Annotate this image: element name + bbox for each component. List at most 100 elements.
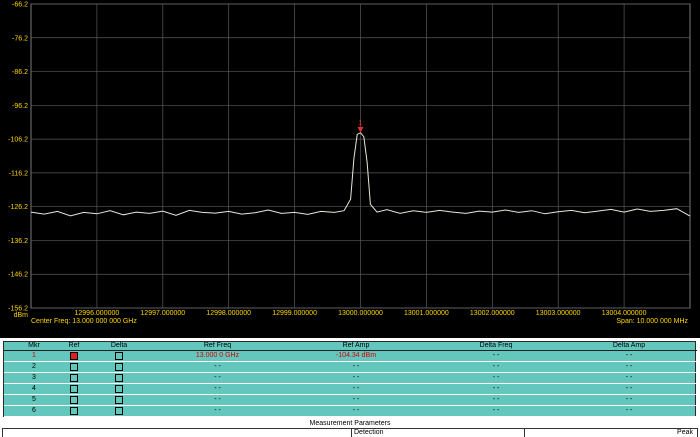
marker-number: 1	[4, 350, 64, 362]
marker-number: 4	[4, 383, 64, 395]
delta-freq-value: - -	[431, 383, 561, 395]
ref-cell	[64, 394, 84, 406]
col-header-ref-amp: Ref Amp	[281, 342, 431, 351]
y-tick-label: -76.2	[12, 35, 28, 42]
delta-freq-value: - -	[431, 405, 561, 417]
x-tick-label: 13002.000000	[470, 310, 515, 317]
spectrum-display: -66.2 -76.2 -86.2 -96.2 -106.2 -116.2 -126.2 -1…	[0, 0, 700, 338]
delta-checkbox[interactable]	[115, 362, 123, 371]
marker-row[interactable]: 5- -- -- -- -	[4, 394, 697, 406]
delta-cell	[84, 405, 154, 417]
y-tick-label: -66.2	[12, 2, 28, 9]
marker-table: Mkr Ref Delta Ref Freq Ref Amp Delta Fre…	[4, 342, 697, 417]
delta-freq-value: - -	[431, 394, 561, 406]
marker-row[interactable]: 1 13.000 0 GHz -104.34 dBm - -- -	[4, 350, 697, 362]
delta-checkbox[interactable]	[115, 384, 123, 393]
delta-checkbox[interactable]	[115, 351, 123, 360]
marker-table-container: Mkr Ref Delta Ref Freq Ref Amp Delta Fre…	[3, 341, 697, 417]
marker-label: 1	[359, 120, 363, 127]
y-tick-label: -126.2	[8, 204, 28, 211]
ref-cell	[64, 405, 84, 417]
x-tick-label: 12996.000000	[75, 310, 120, 317]
measurement-cell-empty	[3, 429, 351, 437]
ref-amp-value: - -	[281, 361, 431, 373]
y-tick-label: -106.2	[8, 137, 28, 144]
marker-row[interactable]: 4- -- -- -- -	[4, 383, 697, 395]
measurement-row: Detection Peak	[2, 428, 698, 437]
ref-checkbox[interactable]	[70, 362, 78, 371]
delta-amp-value: - -	[561, 394, 697, 406]
marker-triangle	[357, 126, 364, 133]
ref-cell	[64, 361, 84, 373]
delta-cell	[84, 394, 154, 406]
delta-checkbox[interactable]	[115, 406, 123, 415]
col-header-ref: Ref	[64, 342, 84, 351]
ref-amp-value: -104.34 dBm	[281, 350, 431, 362]
delta-amp-value: - -	[561, 350, 697, 362]
ref-freq-value: - -	[154, 394, 281, 406]
ref-amp-value: - -	[281, 372, 431, 384]
detection-label: Detection	[351, 429, 524, 437]
delta-amp-value: - -	[561, 383, 697, 395]
ref-freq-value: - -	[154, 383, 281, 395]
delta-checkbox[interactable]	[115, 373, 123, 382]
ref-amp-value: - -	[281, 394, 431, 406]
y-tick-label: -146.2	[8, 272, 28, 279]
y-tick-label: -96.2	[12, 103, 28, 110]
marker-number: 3	[4, 372, 64, 384]
ref-checkbox[interactable]	[70, 395, 78, 404]
ref-freq-value: 13.000 0 GHz	[154, 350, 281, 362]
x-tick-label: 13001.000000	[404, 310, 449, 317]
delta-amp-value: - -	[561, 361, 697, 373]
x-tick-label: 12999.000000	[272, 310, 317, 317]
y-tick-label: -136.2	[8, 238, 28, 245]
delta-cell	[84, 361, 154, 373]
span-caption: Span: 10.000 000 MHz	[616, 318, 688, 325]
y-tick-label: -116.2	[9, 170, 28, 177]
marker-row[interactable]: 6- -- -- -- -	[4, 405, 697, 417]
ref-freq-value: - -	[154, 361, 281, 373]
x-tick-label: 13004.000000	[602, 310, 647, 317]
peak-label[interactable]: Peak	[524, 429, 699, 437]
x-tick-label: 13000.000000	[338, 310, 383, 317]
delta-freq-value: - -	[431, 372, 561, 384]
marker-row[interactable]: 2- -- -- -- -	[4, 361, 697, 373]
measurement-title: Measurement Parameters	[309, 420, 391, 427]
spectrum-plot: -66.2 -76.2 -86.2 -96.2 -106.2 -116.2 -126.2 -1…	[8, 2, 691, 319]
center-freq-caption: Center Freq: 13.000 000 000 GHz	[31, 318, 137, 325]
ref-amp-value: - -	[281, 383, 431, 395]
col-header-mkr: Mkr	[4, 342, 64, 351]
ref-freq-value: - -	[154, 372, 281, 384]
delta-freq-value: - -	[431, 361, 561, 373]
col-header-delta-amp: Delta Amp	[561, 342, 697, 351]
marker-table-header: Mkr Ref Delta Ref Freq Ref Amp Delta Fre…	[4, 342, 697, 351]
marker-row[interactable]: 3- -- -- -- -	[4, 372, 697, 384]
delta-cell	[84, 350, 154, 362]
ref-freq-value: - -	[154, 405, 281, 417]
ref-checkbox[interactable]	[70, 384, 78, 393]
col-header-ref-freq: Ref Freq	[154, 342, 281, 351]
delta-amp-value: - -	[561, 372, 697, 384]
ref-cell	[64, 372, 84, 384]
ref-checkbox[interactable]	[70, 406, 78, 415]
ref-checkbox[interactable]	[70, 373, 78, 382]
col-header-delta-freq: Delta Freq	[431, 342, 561, 351]
marker-number: 6	[4, 405, 64, 417]
measurement-parameters: Measurement Parameters Detection Peak	[0, 419, 700, 437]
x-tick-label: 12998.000000	[206, 310, 251, 317]
ref-checkbox[interactable]	[70, 351, 78, 360]
ref-amp-value: - -	[281, 405, 431, 417]
col-header-delta: Delta	[84, 342, 154, 351]
ref-cell	[64, 383, 84, 395]
x-tick-label: 13003.000000	[536, 310, 581, 317]
ref-cell	[64, 350, 84, 362]
y-unit-label: dBm	[14, 312, 29, 319]
marker-number: 2	[4, 361, 64, 373]
delta-amp-value: - -	[561, 405, 697, 417]
marker-number: 5	[4, 394, 64, 406]
delta-freq-value: - -	[431, 350, 561, 362]
delta-checkbox[interactable]	[115, 395, 123, 404]
delta-cell	[84, 383, 154, 395]
delta-cell	[84, 372, 154, 384]
marker-panel: Mkr Ref Delta Ref Freq Ref Amp Delta Fre…	[0, 338, 700, 419]
